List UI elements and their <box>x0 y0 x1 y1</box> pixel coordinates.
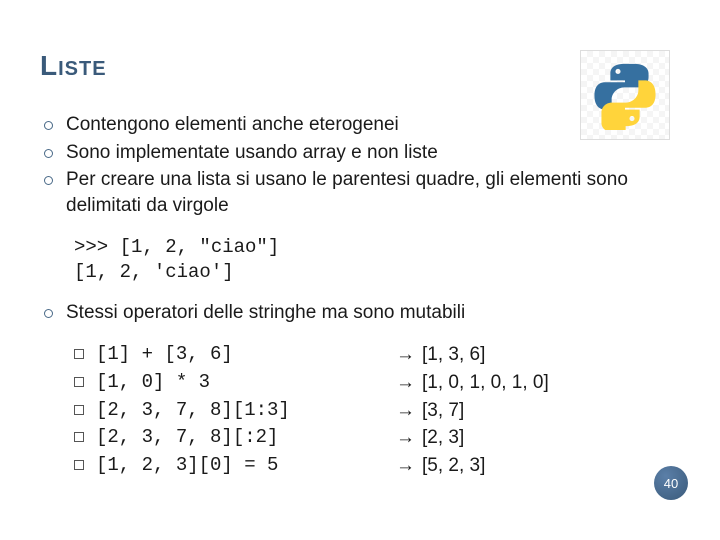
example-row: [2, 3, 7, 8][1:3] → [3, 7] <box>74 397 680 425</box>
bullet-item: Sono implementate usando array e non lis… <box>40 140 680 166</box>
example-expr: [1] + [3, 6] <box>96 341 396 369</box>
example-result: [1, 0, 1, 0, 1, 0] <box>422 369 549 397</box>
example-expr: [1, 0] * 3 <box>96 369 396 397</box>
example-expr: [1, 2, 3][0] = 5 <box>96 452 396 480</box>
bullet-item: Per creare una lista si usano le parente… <box>40 167 680 218</box>
example-row: [1] + [3, 6] → [1, 3, 6] <box>74 341 680 369</box>
example-result: [1, 3, 6] <box>422 341 485 369</box>
arrow-icon: → <box>396 341 422 369</box>
arrow-icon: → <box>396 452 422 480</box>
example-row: [2, 3, 7, 8][:2] → [2, 3] <box>74 424 680 452</box>
example-row: [1, 2, 3][0] = 5 → [5, 2, 3] <box>74 452 680 480</box>
top-bullets: Contengono elementi anche eterogenei Son… <box>40 112 680 219</box>
example-result: [5, 2, 3] <box>422 452 485 480</box>
example-result: [3, 7] <box>422 397 464 425</box>
example-row: [1, 0] * 3 → [1, 0, 1, 0, 1, 0] <box>74 369 680 397</box>
example-expr: [2, 3, 7, 8][:2] <box>96 424 396 452</box>
page-number: 40 <box>654 466 688 500</box>
arrow-icon: → <box>396 397 422 425</box>
example-expr: [2, 3, 7, 8][1:3] <box>96 397 396 425</box>
bullet-item: Contengono elementi anche eterogenei <box>40 112 680 138</box>
arrow-icon: → <box>396 369 422 397</box>
code-example: >>> [1, 2, "ciao"] [1, 2, 'ciao'] <box>74 235 680 286</box>
mid-bullet-list: Stessi operatori delle stringhe ma sono … <box>40 300 680 326</box>
bullet-item: Stessi operatori delle stringhe ma sono … <box>40 300 680 326</box>
arrow-icon: → <box>396 424 422 452</box>
example-result: [2, 3] <box>422 424 464 452</box>
examples-list: [1] + [3, 6] → [1, 3, 6] [1, 0] * 3 → [1… <box>74 341 680 479</box>
